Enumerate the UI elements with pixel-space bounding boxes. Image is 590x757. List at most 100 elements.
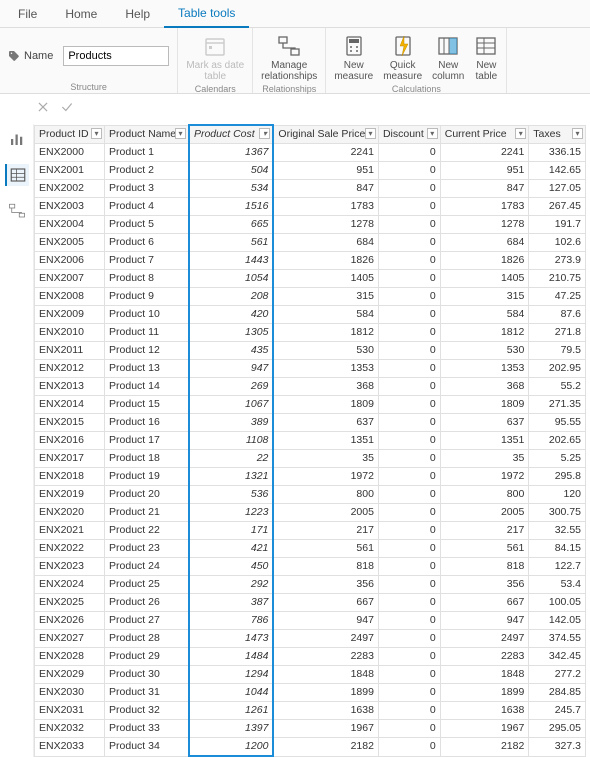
data-view-button[interactable] bbox=[5, 164, 29, 186]
cell-curr[interactable]: 1899 bbox=[440, 684, 529, 702]
cell-cost[interactable]: 786 bbox=[189, 612, 273, 630]
table-row[interactable]: ENX2019Product 205368000800120 bbox=[35, 486, 586, 504]
cell-tax[interactable]: 84.15 bbox=[529, 540, 586, 558]
cell-tax[interactable]: 300.75 bbox=[529, 504, 586, 522]
cell-id[interactable]: ENX2029 bbox=[35, 666, 105, 684]
filter-dropdown-icon[interactable]: ▾ bbox=[259, 128, 270, 139]
cell-tax[interactable]: 142.65 bbox=[529, 162, 586, 180]
cell-cost[interactable]: 387 bbox=[189, 594, 273, 612]
cell-tax[interactable]: 32.55 bbox=[529, 522, 586, 540]
cell-tax[interactable]: 267.45 bbox=[529, 198, 586, 216]
cell-disc[interactable]: 0 bbox=[378, 234, 440, 252]
cell-id[interactable]: ENX2030 bbox=[35, 684, 105, 702]
table-row[interactable]: ENX2031Product 321261163801638245.7 bbox=[35, 702, 586, 720]
cell-cost[interactable]: 665 bbox=[189, 216, 273, 234]
cell-cost[interactable]: 292 bbox=[189, 576, 273, 594]
cell-disc[interactable]: 0 bbox=[378, 684, 440, 702]
cell-curr[interactable]: 667 bbox=[440, 594, 529, 612]
cell-id[interactable]: ENX2015 bbox=[35, 414, 105, 432]
cell-tax[interactable]: 202.95 bbox=[529, 360, 586, 378]
cell-tax[interactable]: 102.6 bbox=[529, 234, 586, 252]
cell-id[interactable]: ENX2013 bbox=[35, 378, 105, 396]
cell-orig[interactable]: 1638 bbox=[273, 702, 378, 720]
cell-name[interactable]: Product 8 bbox=[105, 270, 189, 288]
table-row[interactable]: ENX2010Product 111305181201812271.8 bbox=[35, 324, 586, 342]
cell-orig[interactable]: 368 bbox=[273, 378, 378, 396]
table-row[interactable]: ENX2027Product 281473249702497374.55 bbox=[35, 630, 586, 648]
model-view-button[interactable] bbox=[5, 200, 29, 222]
cell-id[interactable]: ENX2002 bbox=[35, 180, 105, 198]
cell-tax[interactable]: 127.05 bbox=[529, 180, 586, 198]
column-header-curr[interactable]: Current Price▾ bbox=[440, 125, 529, 144]
new-column-button[interactable]: New column bbox=[432, 32, 464, 82]
cell-id[interactable]: ENX2022 bbox=[35, 540, 105, 558]
filter-dropdown-icon[interactable]: ▾ bbox=[572, 128, 583, 139]
cell-disc[interactable]: 0 bbox=[378, 360, 440, 378]
cell-cost[interactable]: 171 bbox=[189, 522, 273, 540]
cell-disc[interactable]: 0 bbox=[378, 504, 440, 522]
cell-orig[interactable]: 2497 bbox=[273, 630, 378, 648]
cell-disc[interactable]: 0 bbox=[378, 486, 440, 504]
cell-cost[interactable]: 421 bbox=[189, 540, 273, 558]
table-row[interactable]: ENX2026Product 277869470947142.05 bbox=[35, 612, 586, 630]
cell-cost[interactable]: 1367 bbox=[189, 144, 273, 162]
quick-measure-button[interactable]: Quick measure bbox=[383, 32, 422, 82]
cell-id[interactable]: ENX2028 bbox=[35, 648, 105, 666]
mark-as-date-button[interactable]: Mark as date table bbox=[186, 32, 244, 82]
new-measure-button[interactable]: New measure bbox=[334, 32, 373, 82]
cell-id[interactable]: ENX2027 bbox=[35, 630, 105, 648]
cell-orig[interactable]: 1405 bbox=[273, 270, 378, 288]
cell-cost[interactable]: 1516 bbox=[189, 198, 273, 216]
cell-orig[interactable]: 315 bbox=[273, 288, 378, 306]
cell-cost[interactable]: 561 bbox=[189, 234, 273, 252]
cell-id[interactable]: ENX2001 bbox=[35, 162, 105, 180]
cell-disc[interactable]: 0 bbox=[378, 378, 440, 396]
cell-id[interactable]: ENX2014 bbox=[35, 396, 105, 414]
cell-curr[interactable]: 1638 bbox=[440, 702, 529, 720]
cell-curr[interactable]: 951 bbox=[440, 162, 529, 180]
table-row[interactable]: ENX2022Product 23421561056184.15 bbox=[35, 540, 586, 558]
table-name-input[interactable] bbox=[63, 46, 169, 66]
manage-relationships-button[interactable]: Manage relationships bbox=[261, 32, 317, 82]
column-header-orig[interactable]: Original Sale Price▾ bbox=[273, 125, 378, 144]
cell-tax[interactable]: 191.7 bbox=[529, 216, 586, 234]
cell-orig[interactable]: 667 bbox=[273, 594, 378, 612]
cell-name[interactable]: Product 11 bbox=[105, 324, 189, 342]
cell-name[interactable]: Product 33 bbox=[105, 720, 189, 738]
cell-name[interactable]: Product 3 bbox=[105, 180, 189, 198]
cell-curr[interactable]: 2241 bbox=[440, 144, 529, 162]
cell-disc[interactable]: 0 bbox=[378, 648, 440, 666]
cell-id[interactable]: ENX2009 bbox=[35, 306, 105, 324]
cell-name[interactable]: Product 5 bbox=[105, 216, 189, 234]
cell-orig[interactable]: 947 bbox=[273, 612, 378, 630]
cell-curr[interactable]: 1405 bbox=[440, 270, 529, 288]
cell-curr[interactable]: 1353 bbox=[440, 360, 529, 378]
cell-curr[interactable]: 2497 bbox=[440, 630, 529, 648]
cell-orig[interactable]: 584 bbox=[273, 306, 378, 324]
cell-orig[interactable]: 1812 bbox=[273, 324, 378, 342]
cell-name[interactable]: Product 12 bbox=[105, 342, 189, 360]
cell-curr[interactable]: 217 bbox=[440, 522, 529, 540]
cell-curr[interactable]: 1783 bbox=[440, 198, 529, 216]
cell-tax[interactable]: 336.15 bbox=[529, 144, 586, 162]
cell-name[interactable]: Product 30 bbox=[105, 666, 189, 684]
table-row[interactable]: ENX2006Product 71443182601826273.9 bbox=[35, 252, 586, 270]
cell-cost[interactable]: 1305 bbox=[189, 324, 273, 342]
table-row[interactable]: ENX2023Product 244508180818122.7 bbox=[35, 558, 586, 576]
cell-id[interactable]: ENX2026 bbox=[35, 612, 105, 630]
cell-orig[interactable]: 35 bbox=[273, 450, 378, 468]
cell-cost[interactable]: 947 bbox=[189, 360, 273, 378]
cell-cost[interactable]: 1108 bbox=[189, 432, 273, 450]
cell-orig[interactable]: 561 bbox=[273, 540, 378, 558]
cell-curr[interactable]: 35 bbox=[440, 450, 529, 468]
cell-id[interactable]: ENX2021 bbox=[35, 522, 105, 540]
column-header-cost[interactable]: Product Cost▾ bbox=[189, 125, 273, 144]
cell-tax[interactable]: 374.55 bbox=[529, 630, 586, 648]
cell-id[interactable]: ENX2019 bbox=[35, 486, 105, 504]
cell-tax[interactable]: 277.2 bbox=[529, 666, 586, 684]
cell-name[interactable]: Product 18 bbox=[105, 450, 189, 468]
cell-name[interactable]: Product 9 bbox=[105, 288, 189, 306]
cell-cost[interactable]: 435 bbox=[189, 342, 273, 360]
cell-tax[interactable]: 245.7 bbox=[529, 702, 586, 720]
cell-cost[interactable]: 450 bbox=[189, 558, 273, 576]
